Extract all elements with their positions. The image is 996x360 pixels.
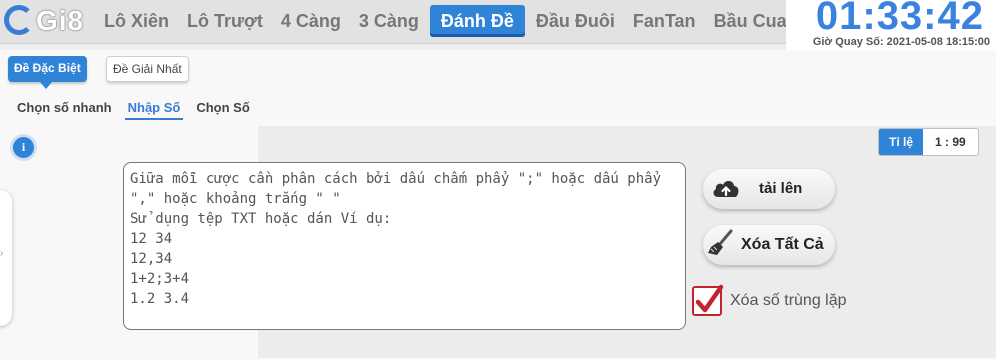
remove-duplicates-option[interactable]: Xóa số trùng lặp (692, 284, 847, 316)
tab-3-cang[interactable]: 3 Càng (350, 5, 428, 37)
ratio-label: Tỉ lệ (879, 129, 924, 155)
odds-ratio: Tỉ lệ 1 : 99 (878, 128, 979, 156)
tab-lo-truot[interactable]: Lô Trượt (178, 5, 272, 37)
upload-label: tải lên (759, 180, 803, 197)
bet-type-first-prize[interactable]: Đề Giải Nhất (106, 56, 189, 82)
countdown-clock: 01:33:42 (815, 0, 984, 38)
tab-dau-duoi[interactable]: Đầu Đuôi (527, 5, 624, 37)
tab-4-cang[interactable]: 4 Càng (272, 5, 350, 37)
upload-cloud-icon (713, 180, 739, 197)
input-mode-tabs: Chọn số nhanh Nhập Số Chọn Số (14, 100, 253, 120)
mode-enter-numbers[interactable]: Nhập Số (124, 100, 184, 120)
numbers-input[interactable] (123, 162, 686, 330)
check-icon (695, 284, 724, 313)
game-tabs: Lô Xiên Lô Trượt 4 Càng 3 Càng Đánh Đề Đ… (84, 5, 796, 37)
ratio-value: 1 : 99 (935, 135, 966, 149)
info-icon[interactable]: i (10, 134, 37, 161)
logo-text: Gi8 (36, 5, 85, 36)
clear-all-label: Xóa Tất Cả (741, 236, 824, 253)
tab-lo-xien[interactable]: Lô Xiên (84, 5, 178, 37)
tab-fantan[interactable]: FanTan (624, 5, 705, 37)
draw-time: Giờ Quay Số: 2021-05-08 18:15:00 (812, 36, 990, 48)
clock-panel: 01:33:42 Giờ Quay Số: 2021-05-08 18:15:0… (786, 0, 996, 50)
upload-button[interactable]: tải lên (703, 169, 835, 209)
bet-type-special[interactable]: Đề Đặc Biệt (8, 56, 87, 89)
mode-quick-pick[interactable]: Chọn số nhanh (14, 100, 115, 120)
remove-duplicates-label: Xóa số trùng lặp (730, 292, 847, 309)
tab-danh-de[interactable]: Đánh Đề (429, 5, 525, 37)
remove-duplicates-checkbox[interactable] (692, 284, 724, 316)
clear-all-button[interactable]: Xóa Tất Cả (703, 225, 835, 265)
logo-ring-icon (4, 5, 34, 35)
chevron-right-icon: › (0, 248, 4, 259)
side-drawer-handle[interactable]: › (0, 190, 12, 326)
broom-icon (708, 229, 733, 255)
mode-choose-numbers[interactable]: Chọn Số (193, 100, 252, 120)
tab-bau-cua[interactable]: Bầu Cua (705, 5, 796, 37)
